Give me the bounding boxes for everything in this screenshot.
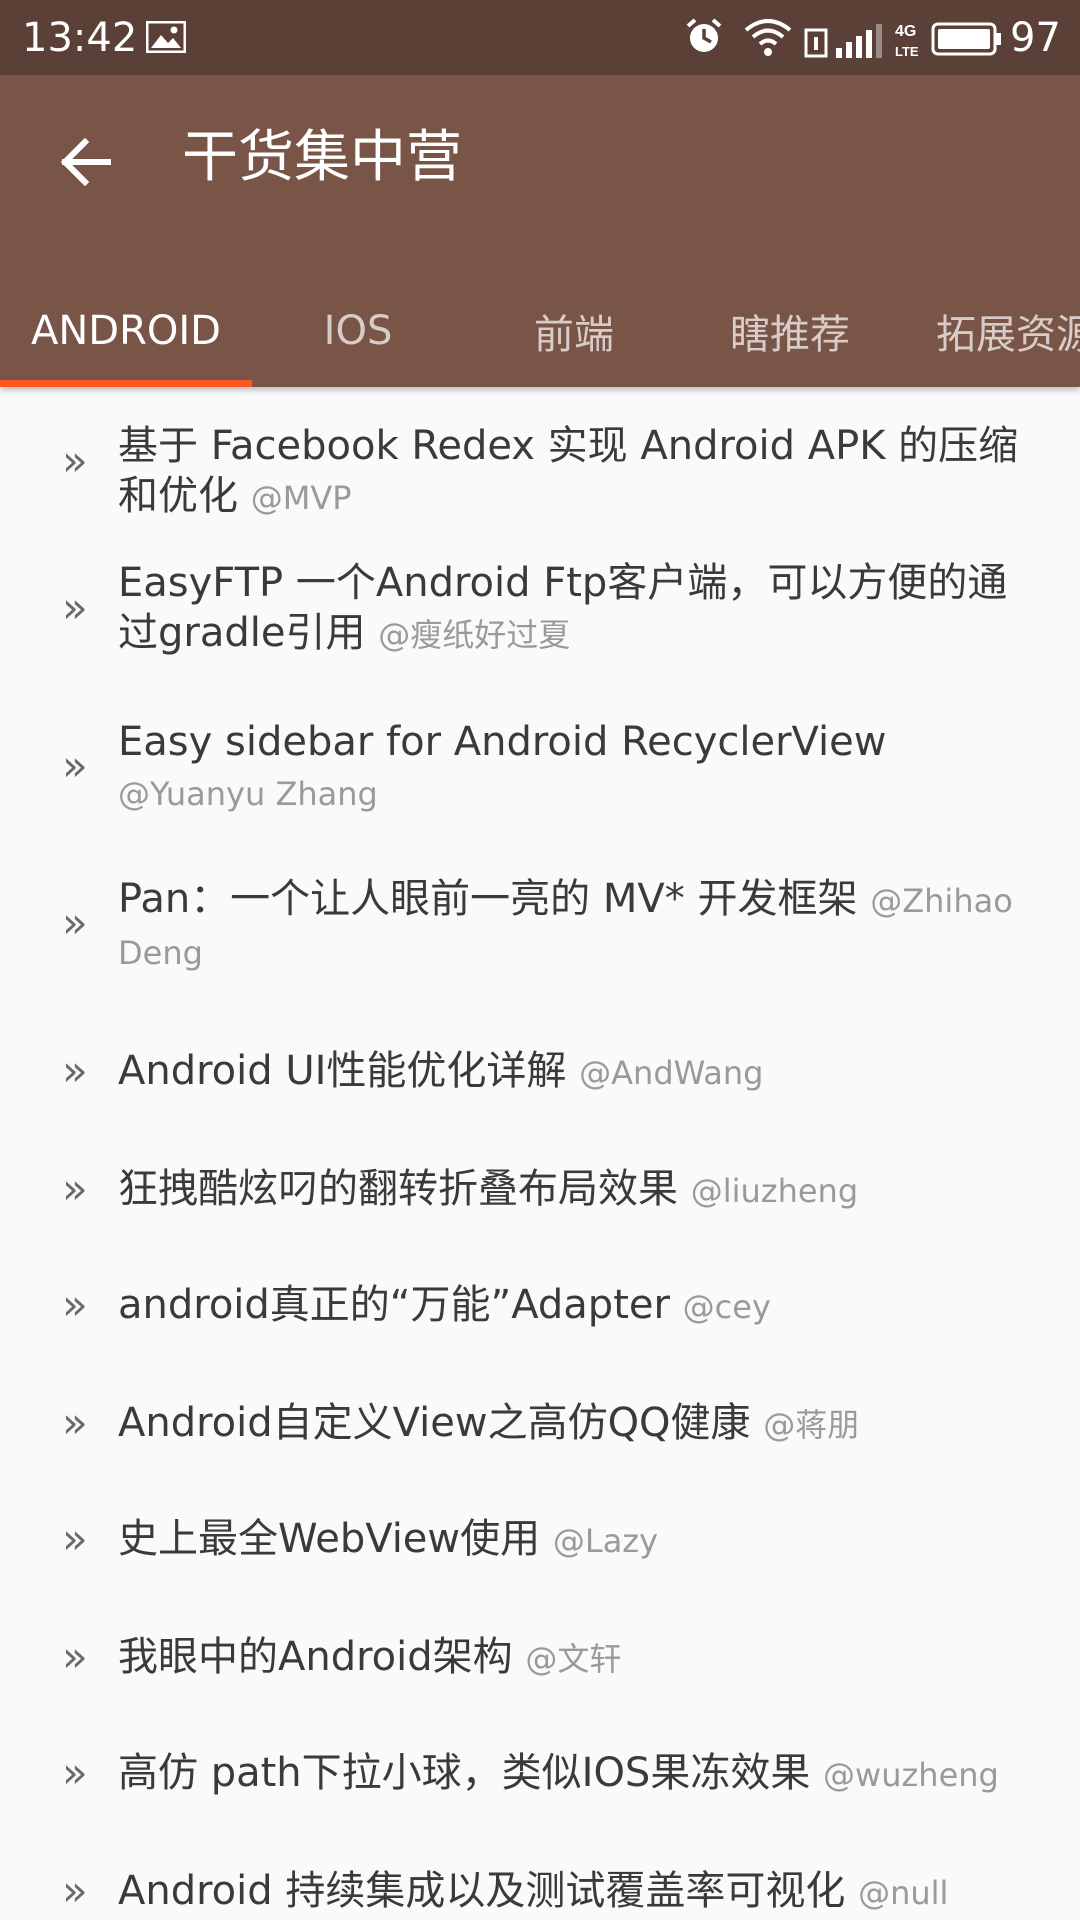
chevron-right-icon: » [62, 1514, 88, 1563]
list-item[interactable]: » 狂拽酷炫叼的翻转折叠布局效果 @liuzheng [0, 1144, 1080, 1262]
signal-icon [834, 20, 890, 64]
item-author: @Lazy [552, 1522, 659, 1560]
chevron-right-icon: » [62, 436, 88, 485]
tab-resources[interactable]: 拓展资源 [936, 275, 1080, 387]
list-item[interactable]: » Android 持续集成以及测试覆盖率可视化 @null [0, 1852, 1080, 1920]
tab-label: 前端 [534, 312, 614, 358]
4g-lte-icon: 4G LTE [894, 20, 922, 64]
tab-label: 拓展资源 [936, 312, 1080, 358]
item-title: android真正的“万能”Adapter [118, 1282, 670, 1328]
alarm-icon [684, 16, 724, 60]
list-item[interactable]: » 史上最全WebView使用 @Lazy [0, 1498, 1080, 1616]
tab-label: IOS [323, 308, 393, 354]
item-author: @null [858, 1874, 949, 1912]
list-item[interactable]: » android真正的“万能”Adapter @cey [0, 1262, 1080, 1380]
list-item[interactable]: » 基于 Facebook Redex 实现 Android APK 的压缩和优… [0, 387, 1080, 552]
item-author: @Yuanyu Zhang [118, 775, 378, 813]
app-bar: 干货集中营 ANDROID IOS 前端 瞎推荐 拓展资源 [0, 75, 1080, 387]
list-item[interactable]: » EasyFTP 一个Android Ftp客户端，可以方便的通过gradle… [0, 552, 1080, 717]
chevron-right-icon: » [62, 898, 88, 947]
tab-ios[interactable]: IOS [252, 275, 464, 387]
tab-indicator [0, 380, 252, 387]
article-list: » 基于 Facebook Redex 实现 Android APK 的压缩和优… [0, 387, 1080, 1920]
battery-icon [930, 22, 1002, 60]
sim-icon [804, 24, 828, 62]
status-time: 13:42 [22, 15, 138, 61]
item-text: Android UI性能优化详解 @AndWang [118, 1046, 1040, 1098]
svg-text:LTE: LTE [895, 44, 919, 59]
tab-android[interactable]: ANDROID [0, 275, 252, 387]
item-text: Pan：一个让人眼前一亮的 MV* 开发框架 @Zhihao Deng [118, 874, 1040, 978]
back-button[interactable] [50, 129, 120, 199]
item-text: Android自定义View之高仿QQ健康 @蒋朋 [118, 1398, 1040, 1450]
item-title: 狂拽酷炫叼的翻转折叠布局效果 [118, 1166, 678, 1212]
page-title: 干货集中营 [182, 125, 462, 190]
item-author: @liuzheng [690, 1172, 859, 1210]
item-text: 高仿 path下拉小球，类似IOS果冻效果 @wuzheng [118, 1748, 1040, 1800]
tab-label: 瞎推荐 [730, 312, 850, 358]
chevron-right-icon: » [62, 1866, 88, 1915]
chevron-right-icon: » [62, 1164, 88, 1213]
item-title: 我眼中的Android架构 [118, 1634, 513, 1680]
arrow-back-icon [59, 137, 112, 190]
item-text: Easy sidebar for Android RecyclerView @Y… [118, 717, 1040, 819]
item-author: @MVP [250, 479, 352, 517]
list-item[interactable]: » Pan：一个让人眼前一亮的 MV* 开发框架 @Zhihao Deng [0, 874, 1080, 1026]
list-item[interactable]: » 高仿 path下拉小球，类似IOS果冻效果 @wuzheng [0, 1734, 1080, 1852]
tab-frontend[interactable]: 前端 [464, 275, 684, 387]
status-bar: 13:42 4G LTE 97 [0, 0, 1080, 75]
item-title: Android UI性能优化详解 [118, 1048, 567, 1094]
item-title: Android自定义View之高仿QQ健康 [118, 1400, 751, 1446]
item-text: 基于 Facebook Redex 实现 Android APK 的压缩和优化 … [118, 421, 1040, 523]
item-text: Android 持续集成以及测试覆盖率可视化 @null [118, 1866, 1040, 1918]
item-text: 狂拽酷炫叼的翻转折叠布局效果 @liuzheng [118, 1164, 1040, 1216]
list-item[interactable]: » Easy sidebar for Android RecyclerView … [0, 717, 1080, 874]
tab-recommend[interactable]: 瞎推荐 [684, 275, 896, 387]
item-author: @蒋朋 [763, 1406, 860, 1444]
item-author: @文轩 [525, 1640, 622, 1678]
svg-text:4G: 4G [895, 23, 916, 40]
item-author: @wuzheng [823, 1756, 999, 1794]
list-item[interactable]: » Android自定义View之高仿QQ健康 @蒋朋 [0, 1380, 1080, 1498]
tab-label: ANDROID [31, 308, 221, 354]
chevron-right-icon: » [62, 583, 88, 632]
image-icon [145, 20, 187, 57]
item-text: EasyFTP 一个Android Ftp客户端，可以方便的通过gradle引用… [118, 558, 1040, 660]
item-title: Easy sidebar for Android RecyclerView [118, 719, 887, 765]
item-title: Android 持续集成以及测试覆盖率可视化 [118, 1868, 846, 1914]
battery-level: 97 [1010, 15, 1061, 61]
item-author: @AndWang [579, 1054, 764, 1092]
item-title: 高仿 path下拉小球，类似IOS果冻效果 [118, 1750, 811, 1796]
item-text: android真正的“万能”Adapter @cey [118, 1280, 1040, 1332]
chevron-right-icon: » [62, 1280, 88, 1329]
tab-bar: ANDROID IOS 前端 瞎推荐 拓展资源 [0, 275, 1080, 387]
item-text: 我眼中的Android架构 @文轩 [118, 1632, 1040, 1684]
chevron-right-icon: » [62, 1748, 88, 1797]
item-author: @cey [682, 1288, 771, 1326]
item-text: 史上最全WebView使用 @Lazy [118, 1514, 1040, 1566]
item-title: Pan：一个让人眼前一亮的 MV* 开发框架 [118, 876, 858, 922]
chevron-right-icon: » [62, 1632, 88, 1681]
list-item[interactable]: » Android UI性能优化详解 @AndWang [0, 1026, 1080, 1144]
item-author: @瘦纸好过夏 [378, 616, 571, 654]
chevron-right-icon: » [62, 741, 88, 790]
list-item[interactable]: » 我眼中的Android架构 @文轩 [0, 1616, 1080, 1734]
chevron-right-icon: » [62, 1398, 88, 1447]
wifi-icon [744, 18, 792, 62]
chevron-right-icon: » [62, 1046, 88, 1095]
item-title: 史上最全WebView使用 [118, 1516, 541, 1562]
